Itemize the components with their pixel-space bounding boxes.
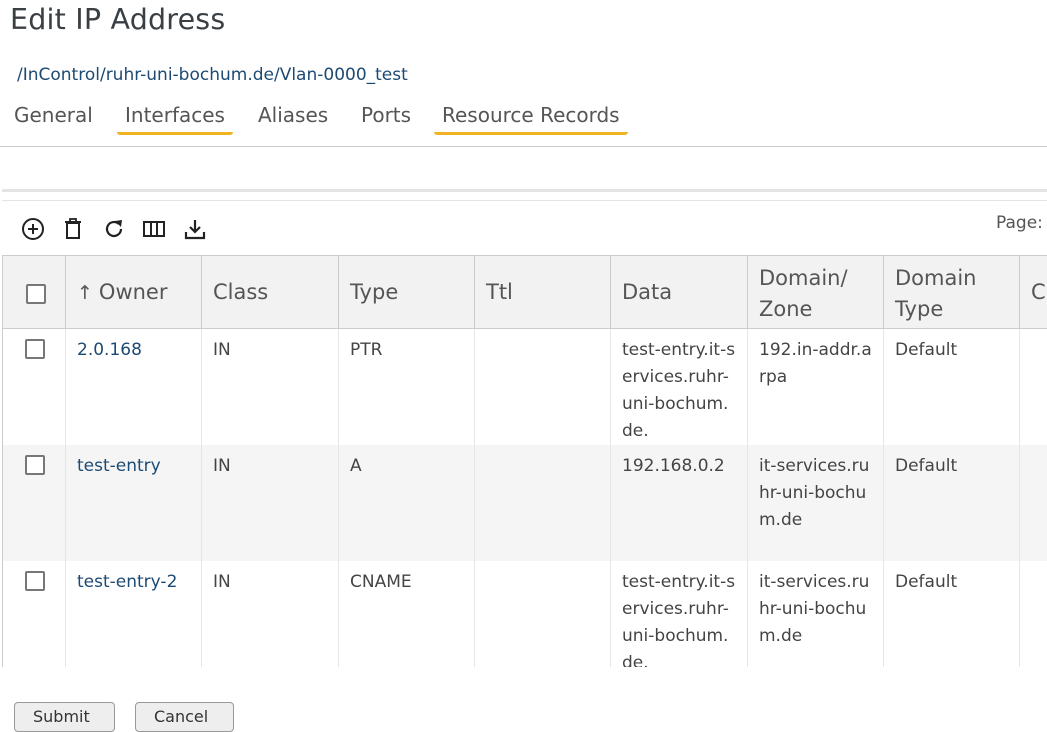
data-cell: test-entry.it-services.ruhr-uni-bochum.d… [610, 561, 747, 667]
header-owner-label: Owner [98, 280, 168, 304]
divider [2, 189, 1047, 192]
add-icon [22, 218, 44, 240]
class-cell: IN [201, 445, 338, 561]
class-cell: IN [201, 329, 338, 445]
download-button[interactable] [180, 214, 210, 244]
cut-cell [1019, 561, 1047, 667]
header-ttl[interactable]: Ttl [474, 256, 610, 328]
data-cell: test-entry.it-services.ruhr-uni-bochum.d… [610, 329, 747, 445]
select-cell [2, 329, 65, 445]
owner-cell[interactable]: test-entry [65, 445, 201, 561]
tab-aliases[interactable]: Aliases [250, 103, 336, 135]
page-title: Edit IP Address [10, 3, 226, 36]
header-data[interactable]: Data [610, 256, 747, 328]
refresh-button[interactable] [99, 214, 129, 244]
tab-bar: General Interfaces Aliases Ports Resourc… [0, 100, 1047, 147]
domain-zone-cell: 192.in-addr.arpa [747, 329, 883, 445]
columns-button[interactable] [139, 214, 169, 244]
domain-type-cell: Default [883, 329, 1019, 445]
table-row[interactable]: 2.0.168 IN PTR test-entry.it-services.ru… [2, 329, 1047, 445]
row-checkbox[interactable] [25, 571, 45, 591]
tab-general[interactable]: General [6, 103, 101, 135]
header-type[interactable]: Type [338, 256, 474, 328]
refresh-icon [105, 220, 123, 238]
domain-type-cell: Default [883, 561, 1019, 667]
header-class[interactable]: Class [201, 256, 338, 328]
domain-zone-cell: it-services.ruhr-uni-bochum.de [747, 561, 883, 667]
ttl-cell [474, 561, 610, 667]
header-select-cell [2, 256, 65, 328]
tab-interfaces[interactable]: Interfaces [117, 103, 233, 135]
cancel-button[interactable]: Cancel [135, 702, 234, 732]
data-cell: 192.168.0.2 [610, 445, 747, 561]
cut-cell [1019, 329, 1047, 445]
table-row[interactable]: test-entry-2 IN CNAME test-entry.it-serv… [2, 561, 1047, 667]
columns-icon [143, 221, 165, 237]
resource-records-grid: ↑ Owner Class Type Ttl Data Domain/ Zone … [2, 255, 1047, 667]
type-cell: CNAME [338, 561, 474, 667]
header-domain-zone[interactable]: Domain/ Zone [747, 256, 883, 328]
breadcrumb[interactable]: /InControl/ruhr-uni-bochum.de/Vlan-0000_… [17, 65, 408, 85]
tab-ports[interactable]: Ports [353, 103, 419, 135]
select-all-checkbox[interactable] [26, 284, 46, 304]
header-domain-type[interactable]: Domain Type [883, 256, 1019, 328]
type-cell: A [338, 445, 474, 561]
add-button[interactable] [18, 214, 48, 244]
tab-resource-records[interactable]: Resource Records [434, 103, 628, 135]
select-cell [2, 561, 65, 667]
type-cell: PTR [338, 329, 474, 445]
delete-button[interactable] [58, 214, 88, 244]
domain-type-cell: Default [883, 445, 1019, 561]
download-icon [184, 220, 206, 240]
class-cell: IN [201, 561, 338, 667]
page-label: Page: [996, 213, 1043, 233]
ttl-cell [474, 445, 610, 561]
divider [2, 200, 1047, 201]
owner-cell[interactable]: 2.0.168 [65, 329, 201, 445]
row-checkbox[interactable] [25, 339, 45, 359]
submit-button[interactable]: Submit [14, 702, 115, 732]
ttl-cell [474, 329, 610, 445]
table-row[interactable]: test-entry IN A 192.168.0.2 it-services.… [2, 445, 1047, 561]
header-cut-column[interactable]: C [1019, 256, 1047, 328]
grid-header: ↑ Owner Class Type Ttl Data Domain/ Zone … [2, 255, 1047, 329]
header-owner[interactable]: ↑ Owner [65, 256, 201, 328]
row-checkbox[interactable] [25, 455, 45, 475]
domain-zone-cell: it-services.ruhr-uni-bochum.de [747, 445, 883, 561]
cut-cell [1019, 445, 1047, 561]
select-cell [2, 445, 65, 561]
owner-cell[interactable]: test-entry-2 [65, 561, 201, 667]
sort-asc-icon: ↑ [77, 282, 93, 304]
delete-icon [65, 218, 81, 239]
